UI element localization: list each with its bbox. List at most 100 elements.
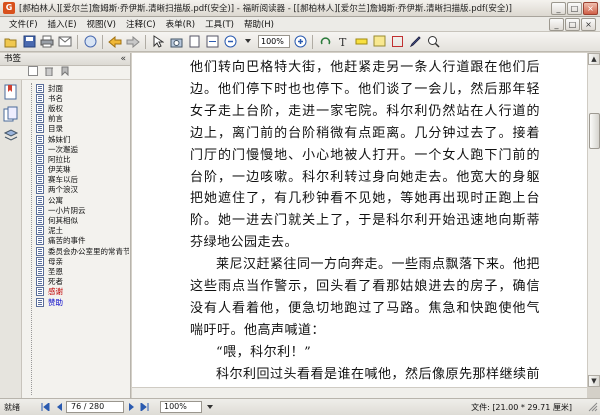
zoom-dropdown-icon[interactable] xyxy=(202,399,218,415)
bookmark-item[interactable]: 何其相似 xyxy=(24,215,129,226)
toolbar-separator xyxy=(77,34,78,49)
bookmark-item[interactable]: 书名 xyxy=(24,93,129,103)
bookmark-item[interactable]: 目录 xyxy=(24,124,129,134)
paragraph: 他们转向巴格特大街，他赶紧走另一条人行道跟在他们后边。他们停下时也也停下。他们谈… xyxy=(190,60,540,251)
bookmark-item[interactable]: 姊妹们 xyxy=(24,134,129,144)
doc-restore-button[interactable]: □ xyxy=(565,18,580,31)
bookmark-item[interactable]: 阿拉比 xyxy=(24,154,129,164)
bookmark-item[interactable]: 感谢 xyxy=(24,287,129,297)
menu-comment[interactable]: 注释(C) xyxy=(121,18,161,30)
toolbar-separator xyxy=(145,34,146,49)
bookmark-item[interactable]: 死者 xyxy=(24,277,129,287)
layers-tab-icon[interactable] xyxy=(3,128,19,144)
bookmark-page-icon xyxy=(36,236,44,246)
doc-close-button[interactable]: × xyxy=(581,18,596,31)
bookmark-item[interactable]: 封面 xyxy=(24,83,129,93)
bookmark-page-icon xyxy=(36,277,44,287)
zoom-in-icon[interactable] xyxy=(292,34,308,50)
next-page-icon[interactable] xyxy=(126,402,137,413)
first-page-icon[interactable] xyxy=(40,402,51,413)
snapshot-icon[interactable] xyxy=(168,34,184,50)
menu-view[interactable]: 视图(V) xyxy=(82,18,121,30)
open-icon[interactable] xyxy=(3,34,19,50)
bookmark-item[interactable]: 一次邂逅 xyxy=(24,144,129,154)
scroll-up-icon[interactable]: ▲ xyxy=(588,53,600,65)
scroll-thumb[interactable] xyxy=(589,113,600,149)
bookmark-page-icon xyxy=(36,175,44,185)
bookmark-page-icon xyxy=(36,114,44,124)
highlight-icon[interactable] xyxy=(353,34,369,50)
bookmark-item[interactable]: 圣恩 xyxy=(24,266,129,276)
typewriter-icon[interactable]: T xyxy=(335,34,351,50)
bookmark-item[interactable]: 委员会办公室里的常青节 xyxy=(24,246,129,256)
fit-page-icon[interactable] xyxy=(186,34,202,50)
chevron-down-icon[interactable] xyxy=(240,34,256,50)
pages-tab-icon[interactable] xyxy=(3,106,19,122)
bookmark-page-icon xyxy=(36,297,44,307)
bookmark-page-icon xyxy=(36,266,44,276)
app-logo-icon: G xyxy=(3,2,15,14)
status-zoom-field[interactable]: 100% xyxy=(160,401,202,413)
forward-icon[interactable] xyxy=(125,34,141,50)
menu-help[interactable]: 帮助(H) xyxy=(239,18,279,30)
back-icon[interactable] xyxy=(107,34,123,50)
resize-grip-icon[interactable] xyxy=(588,402,598,412)
menu-tools[interactable]: 工具(T) xyxy=(200,18,239,30)
note-icon[interactable] xyxy=(371,34,387,50)
horizontal-scrollbar[interactable] xyxy=(132,387,587,398)
bookmark-item[interactable]: 母亲 xyxy=(24,256,129,266)
bookmark-item[interactable]: 公寓 xyxy=(24,195,129,205)
rotate-icon[interactable] xyxy=(317,34,333,50)
delete-bookmark-icon[interactable] xyxy=(44,66,54,79)
bookmark-page-icon xyxy=(36,124,44,134)
email-icon[interactable] xyxy=(57,34,73,50)
window-title: [郝柏林人][爱尔兰]詹姆斯·乔伊斯.清晰扫描版.pdf(安全)] - 福昕阅读… xyxy=(19,4,512,14)
zoom-field[interactable]: 100% xyxy=(258,35,290,48)
scroll-down-icon[interactable]: ▼ xyxy=(588,375,600,387)
menu-file[interactable]: 文件(F) xyxy=(4,18,43,30)
last-page-icon[interactable] xyxy=(139,402,150,413)
bookmark-item[interactable]: 伊芙琳 xyxy=(24,165,129,175)
bookmark-page-icon xyxy=(36,165,44,175)
new-bookmark-icon[interactable] xyxy=(60,66,70,79)
bookmark-panel: 书签 « 封面 书名 版权 前言 目录 姊妹们 一次邂逅 阿拉比 伊芙琳 赛车以… xyxy=(0,53,131,398)
prev-page-icon[interactable] xyxy=(53,402,64,413)
menu-form[interactable]: 表单(R) xyxy=(161,18,201,30)
hand-icon[interactable] xyxy=(82,34,98,50)
document-view[interactable]: 他们转向巴格特大街，他赶紧走另一条人行道跟在他们后边。他们停下时也也停下。他们谈… xyxy=(132,53,587,387)
fit-width-icon[interactable] xyxy=(204,34,220,50)
bookmark-tab-icon[interactable] xyxy=(3,84,19,100)
bookmark-item[interactable]: 前言 xyxy=(24,114,129,124)
print-icon[interactable] xyxy=(39,34,55,50)
zoom-out-icon[interactable] xyxy=(222,34,238,50)
find-icon[interactable] xyxy=(425,34,441,50)
menu-insert[interactable]: 插入(E) xyxy=(43,18,82,30)
bookmark-item[interactable]: 赛车以后 xyxy=(24,175,129,185)
bookmark-page-icon xyxy=(36,83,44,93)
select-icon[interactable] xyxy=(150,34,166,50)
bookmark-page-icon xyxy=(36,185,44,195)
vertical-scrollbar[interactable]: ▲ ▼ xyxy=(587,53,600,387)
bookmark-item[interactable]: 赞助 xyxy=(24,297,129,307)
page-number-field[interactable]: 76 / 280 xyxy=(66,401,124,413)
bookmark-item[interactable]: 版权 xyxy=(24,103,129,113)
doc-minimize-button[interactable]: _ xyxy=(549,18,564,31)
shape-icon[interactable] xyxy=(389,34,405,50)
minimize-button[interactable]: _ xyxy=(551,1,566,15)
bookmark-item[interactable]: 两个浪汉 xyxy=(24,185,129,195)
expand-bookmark-icon[interactable] xyxy=(28,66,38,79)
bookmark-page-icon xyxy=(36,226,44,236)
bookmark-item[interactable]: 痛苦的事件 xyxy=(24,236,129,246)
bookmark-page-icon xyxy=(36,154,44,164)
toolbar-separator xyxy=(102,34,103,49)
maximize-button[interactable]: □ xyxy=(567,1,582,15)
bookmark-item[interactable]: 一小片阴云 xyxy=(24,205,129,215)
panel-tab-strip xyxy=(0,80,22,398)
collapse-panel-button[interactable]: « xyxy=(120,53,126,65)
close-button[interactable]: × xyxy=(583,1,598,15)
bookmark-page-icon xyxy=(36,246,44,256)
bookmark-panel-title: 书签 xyxy=(4,54,22,64)
save-icon[interactable] xyxy=(21,34,37,50)
bookmark-item[interactable]: 泥土 xyxy=(24,226,129,236)
pen-icon[interactable] xyxy=(407,34,423,50)
